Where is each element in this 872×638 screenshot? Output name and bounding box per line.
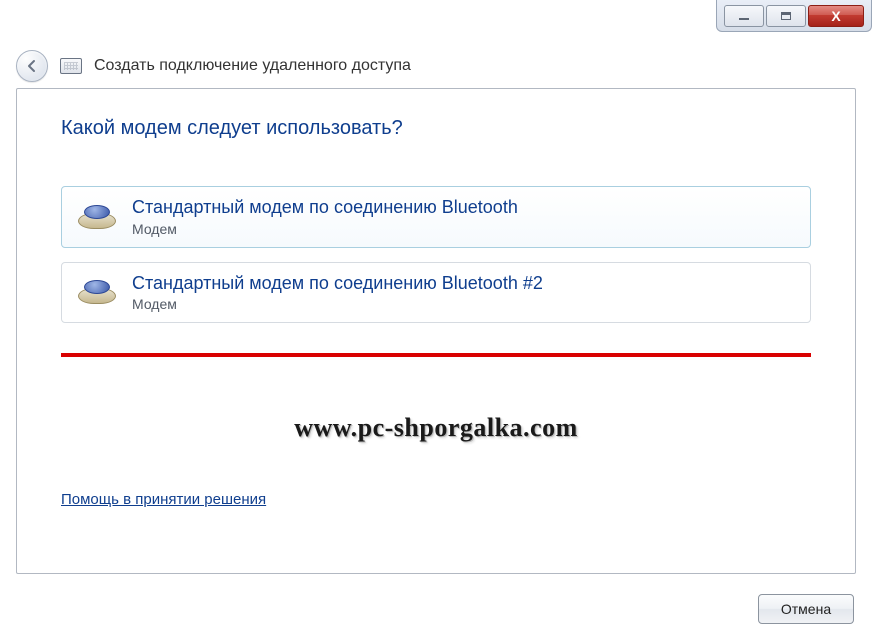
option-subtitle: Модем: [132, 221, 518, 237]
option-title: Стандартный модем по соединению Bluetoot…: [132, 273, 543, 295]
help-link[interactable]: Помощь в принятии решения: [61, 491, 266, 508]
wizard-header: Создать подключение удаленного доступа: [16, 48, 856, 84]
modem-option-2[interactable]: Стандартный модем по соединению Bluetoot…: [61, 262, 811, 324]
footer: Отмена: [758, 594, 854, 624]
main-panel: Какой модем следует использовать? Станда…: [16, 88, 856, 574]
back-arrow-icon: [24, 58, 40, 74]
question-heading: Какой модем следует использовать?: [61, 117, 811, 140]
modem-icon: [78, 280, 116, 304]
option-text: Стандартный модем по соединению Bluetoot…: [132, 197, 518, 237]
close-button[interactable]: X: [808, 5, 864, 27]
cancel-button[interactable]: Отмена: [758, 594, 854, 624]
watermark-text: www.pc-shporgalka.com: [61, 413, 811, 443]
wizard-title: Создать подключение удаленного доступа: [94, 57, 411, 75]
option-title: Стандартный модем по соединению Bluetoot…: [132, 197, 518, 219]
annotation-underline: [61, 353, 811, 357]
keyboard-icon: [60, 58, 82, 74]
option-subtitle: Модем: [132, 296, 543, 312]
minimize-button[interactable]: [724, 5, 764, 27]
modem-option-1[interactable]: Стандартный модем по соединению Bluetoot…: [61, 186, 811, 248]
modem-icon: [78, 205, 116, 229]
modem-options: Стандартный модем по соединению Bluetoot…: [61, 186, 811, 357]
maximize-button[interactable]: [766, 5, 806, 27]
window-controls: X: [716, 0, 872, 32]
back-button[interactable]: [16, 50, 48, 82]
option-text: Стандартный модем по соединению Bluetoot…: [132, 273, 543, 313]
